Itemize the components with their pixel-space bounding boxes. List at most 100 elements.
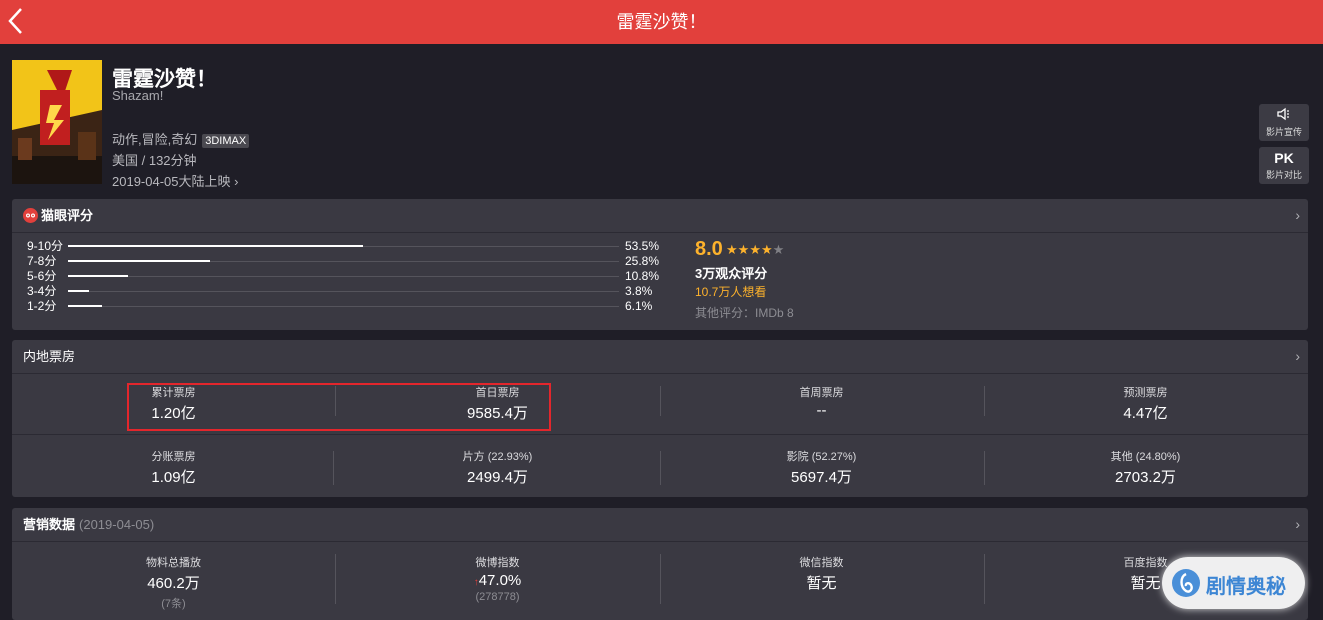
divider — [984, 386, 985, 416]
stat-label: 微博指数 — [475, 557, 520, 569]
rating-bar-fill — [68, 245, 363, 247]
stat-label: 首周票房 — [799, 387, 844, 399]
watermark-text: 剧情奥秘 — [1206, 576, 1286, 598]
marketing-date: (2019-04-05) — [79, 517, 155, 532]
stat-value-text: 1.09亿 — [151, 469, 196, 486]
marketing-panel-header[interactable]: 营销数据 (2019-04-05) › — [12, 508, 1308, 542]
stat-cell: 其他 (24.80%) 2703.2万 — [984, 448, 1307, 487]
rating-title-text: 猫眼评分 — [41, 208, 94, 223]
compare-button-label: 影片对比 — [1265, 170, 1302, 180]
stat-sub: (278778) — [475, 591, 520, 603]
stat-value-text: 2703.2万 — [1115, 469, 1176, 486]
box-office-panel-header[interactable]: 内地票房 › — [12, 340, 1308, 374]
divider — [660, 451, 661, 485]
stat-cell: 首周票房 -- — [660, 384, 983, 419]
promo-button[interactable]: 影片宣传 — [1259, 104, 1309, 141]
rating-score: 8.0 — [695, 238, 723, 260]
rating-bar-fill — [68, 260, 211, 262]
divider — [984, 451, 985, 485]
format-badge: 3DIMAX — [202, 134, 250, 148]
stat-sub: (7条) — [161, 598, 186, 610]
rating-row-label: 9-10分 — [27, 239, 64, 253]
stat-value: -- — [660, 402, 983, 419]
chevron-right-icon: › — [1295, 348, 1300, 364]
divider — [335, 554, 336, 604]
stat-cell: 微博指数 ↑47.0% (278778) — [336, 554, 659, 603]
rating-row-percent: 3.8% — [625, 284, 653, 298]
stat-value: ↑47.0% — [336, 572, 659, 589]
movie-poster[interactable] — [12, 60, 102, 184]
stat-value-text: 5697.4万 — [791, 469, 852, 486]
stat-value-text: -- — [816, 402, 827, 419]
stat-cell: 预测票房 4.47亿 — [984, 384, 1307, 423]
star-icon: ★ — [772, 242, 785, 257]
stat-value-text: 2499.4万 — [467, 469, 528, 486]
rating-bar-fill — [68, 275, 128, 277]
rating-stars: ★★★★★ — [726, 242, 784, 258]
want-to-see-count: 10.7万人想看 — [695, 285, 767, 299]
stat-label: 影院 (52.27%) — [786, 451, 857, 463]
star-icon: ★ — [737, 242, 750, 257]
rating-row: 7-8分 25.8% — [27, 254, 667, 269]
stat-label: 其他 (24.80%) — [1110, 451, 1181, 463]
rating-panel-header[interactable]: 猫眼评分 › — [12, 199, 1308, 233]
audience-count: 3万观众评分 — [695, 266, 768, 281]
rating-row-label: 3-4分 — [27, 284, 57, 298]
stat-value: 1.09亿 — [12, 466, 335, 487]
divider — [660, 386, 661, 416]
divider — [12, 434, 1308, 435]
country-duration: 美国 / 132分钟 — [112, 153, 197, 168]
star-icon: ★ — [726, 242, 738, 257]
marketing-title-text: 营销数据 — [23, 517, 76, 532]
pk-icon: PK — [1274, 150, 1294, 166]
compare-button[interactable]: PK 影片对比 — [1259, 147, 1309, 184]
chevron-right-icon: › — [1295, 207, 1300, 223]
rating-row-label: 5-6分 — [27, 269, 57, 283]
highlight-box — [127, 383, 551, 431]
stat-label: 物料总播放 — [146, 557, 201, 569]
divider — [660, 554, 661, 604]
stat-label: 片方 (22.93%) — [462, 451, 533, 463]
rating-bar-fill — [68, 290, 89, 292]
box-office-section-title: 内地票房 — [23, 349, 76, 364]
stat-label: 预测票房 — [1123, 387, 1168, 399]
rating-panel: 猫眼评分 › 9-10分 53.5% 7-8分 25.8% 5-6分 10.8% 3-4分 3… — [12, 199, 1308, 330]
watermark-logo-icon — [1172, 569, 1200, 597]
rating-bar-track — [68, 306, 619, 307]
star-icon: ★ — [749, 242, 761, 257]
stat-value: 2703.2万 — [984, 466, 1307, 487]
rating-row-label: 7-8分 — [27, 254, 57, 268]
movie-english-title: Shazam! — [112, 88, 164, 103]
stat-value-text: 暂无 — [806, 575, 837, 592]
rating-row: 9-10分 53.5% — [27, 239, 667, 254]
genre-text: 动作,冒险,奇幻 — [112, 132, 198, 147]
rating-row: 5-6分 10.8% — [27, 269, 667, 284]
other-rating: 其他评分：IMDb 8 — [695, 306, 794, 320]
stat-cell: 物料总播放 460.2万 (7条) — [12, 554, 335, 611]
stat-value-text: 47.0% — [478, 572, 522, 589]
maoyan-cat-icon — [23, 208, 38, 223]
rating-bar-fill — [68, 305, 102, 307]
watermark: 剧情奥秘 — [1162, 557, 1305, 609]
page-title: 雷霆沙赞！ — [616, 12, 707, 32]
rating-row-percent: 10.8% — [625, 269, 660, 283]
divider — [984, 554, 985, 604]
stat-cell: 分账票房 1.09亿 — [12, 448, 335, 487]
release-date-link[interactable]: 2019-04-05大陆上映 › — [112, 171, 238, 190]
chevron-right-icon: › — [1295, 516, 1300, 532]
stat-value-text: 暂无 — [1130, 575, 1161, 592]
star-icon: ★ — [760, 242, 773, 257]
stat-cell: 片方 (22.93%) 2499.4万 — [336, 448, 659, 487]
stat-cell: 微信指数 暂无 — [660, 554, 983, 593]
stat-label: 微信指数 — [799, 557, 844, 569]
rating-row-percent: 53.5% — [625, 239, 660, 253]
stat-value: 暂无 — [660, 572, 983, 593]
stat-value: 4.47亿 — [984, 402, 1307, 423]
stat-value: 5697.4万 — [660, 466, 983, 487]
movie-genres: 动作,冒险,奇幻 3DIMAX — [112, 129, 250, 148]
promo-button-label: 影片宣传 — [1265, 127, 1302, 137]
stat-value: 460.2万 — [12, 572, 335, 593]
bracket-divider — [333, 451, 334, 485]
rating-bar-track — [68, 291, 619, 292]
speaker-icon — [1259, 107, 1309, 123]
